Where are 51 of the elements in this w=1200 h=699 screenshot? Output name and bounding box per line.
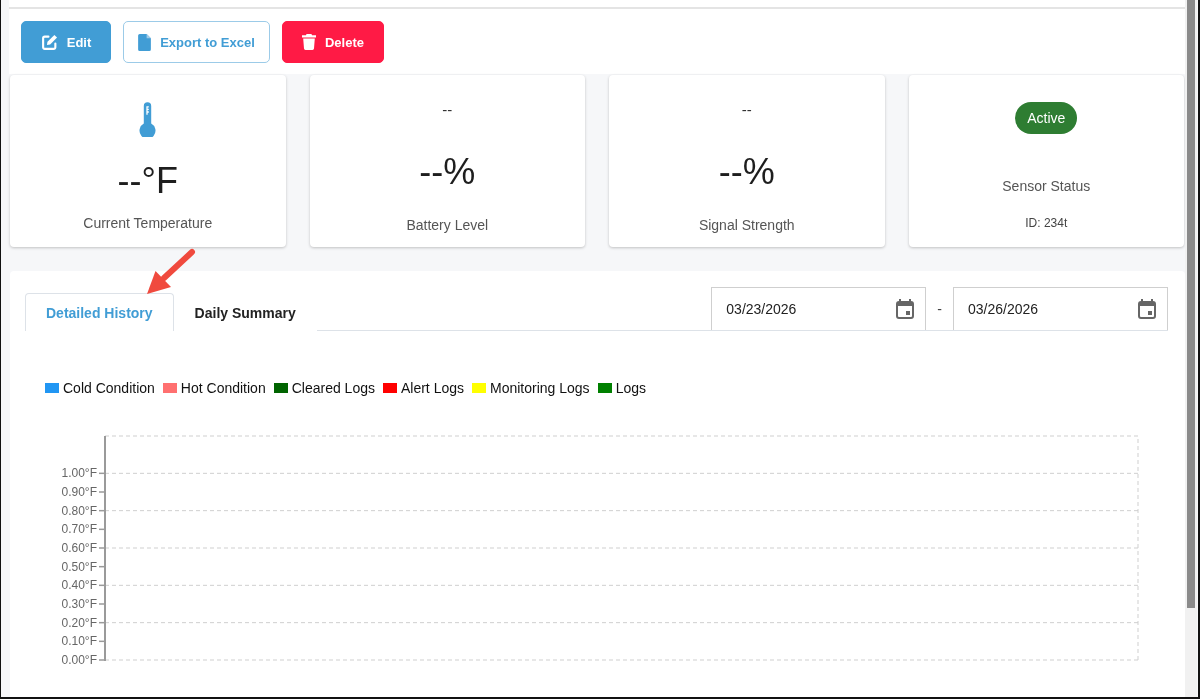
card-label: Current Temperature xyxy=(83,215,213,231)
axis-tick-label: 0.10°F xyxy=(61,634,97,649)
card-label: Battery Level xyxy=(406,217,489,233)
reading-text: -- xyxy=(442,102,453,118)
axis-tick-label: 0.70°F xyxy=(61,522,97,537)
axis-tick-label: 0.60°F xyxy=(61,541,97,555)
tick-mark xyxy=(98,603,106,605)
calendar-icon xyxy=(1138,299,1156,319)
metric-value: --% xyxy=(419,154,476,190)
tick-mark xyxy=(98,565,106,568)
tick-mark xyxy=(98,584,106,587)
tick-mark xyxy=(98,547,106,549)
calendar-icon xyxy=(896,299,915,319)
tick-mark xyxy=(98,621,106,624)
axis-tick-label: 0.80°F xyxy=(61,503,97,518)
axis-tick-label: 0.00°F xyxy=(61,653,97,667)
tick-mark xyxy=(98,659,106,661)
axis-tick-label: 0.50°F xyxy=(61,559,97,574)
edit-icon xyxy=(40,33,58,51)
annotation-arrow xyxy=(147,249,195,294)
date-field[interactable]: 03/23/2026 xyxy=(711,287,927,330)
date-field[interactable]: 03/26/2026 xyxy=(953,287,1168,330)
card-label: Signal Strength xyxy=(698,217,795,233)
tick-mark xyxy=(98,472,106,475)
tick-mark xyxy=(98,528,106,531)
metric-value: --% xyxy=(718,154,775,190)
trash-icon xyxy=(302,34,316,50)
legend-label[interactable]: Alert Logs xyxy=(400,380,464,396)
range-separator: - xyxy=(937,300,942,317)
card-label: Sensor Status xyxy=(1002,178,1091,194)
reading-text: -- xyxy=(741,102,752,118)
tick-mark xyxy=(98,640,106,643)
status-badge: Active xyxy=(1015,102,1078,134)
tick-mark xyxy=(98,509,106,512)
axis-tick-label: 0.40°F xyxy=(61,578,97,593)
legend-label[interactable]: Cleared Logs xyxy=(291,380,375,396)
legend-label[interactable]: Hot Condition xyxy=(180,380,266,396)
legend-label[interactable]: Logs xyxy=(615,380,646,396)
axis-tick-label: 0.30°F xyxy=(61,597,97,611)
legend-label[interactable]: Monitoring Logs xyxy=(490,380,590,396)
axis-tick-label: 0.20°F xyxy=(61,615,97,630)
axis-tick-label: 0.90°F xyxy=(61,485,97,499)
sensor-id-text: ID: 234t xyxy=(1025,216,1068,230)
thermometer-icon xyxy=(139,102,157,137)
tick-mark xyxy=(98,491,106,493)
delete-button[interactable]: Delete xyxy=(282,21,384,63)
scrollbar-thumb[interactable] xyxy=(1187,0,1195,608)
axis-tick-label: 1.00°F xyxy=(61,466,97,481)
file-icon xyxy=(138,33,152,51)
temperature-value: --°F xyxy=(117,163,178,199)
legend-label[interactable]: Cold Condition xyxy=(63,380,155,396)
